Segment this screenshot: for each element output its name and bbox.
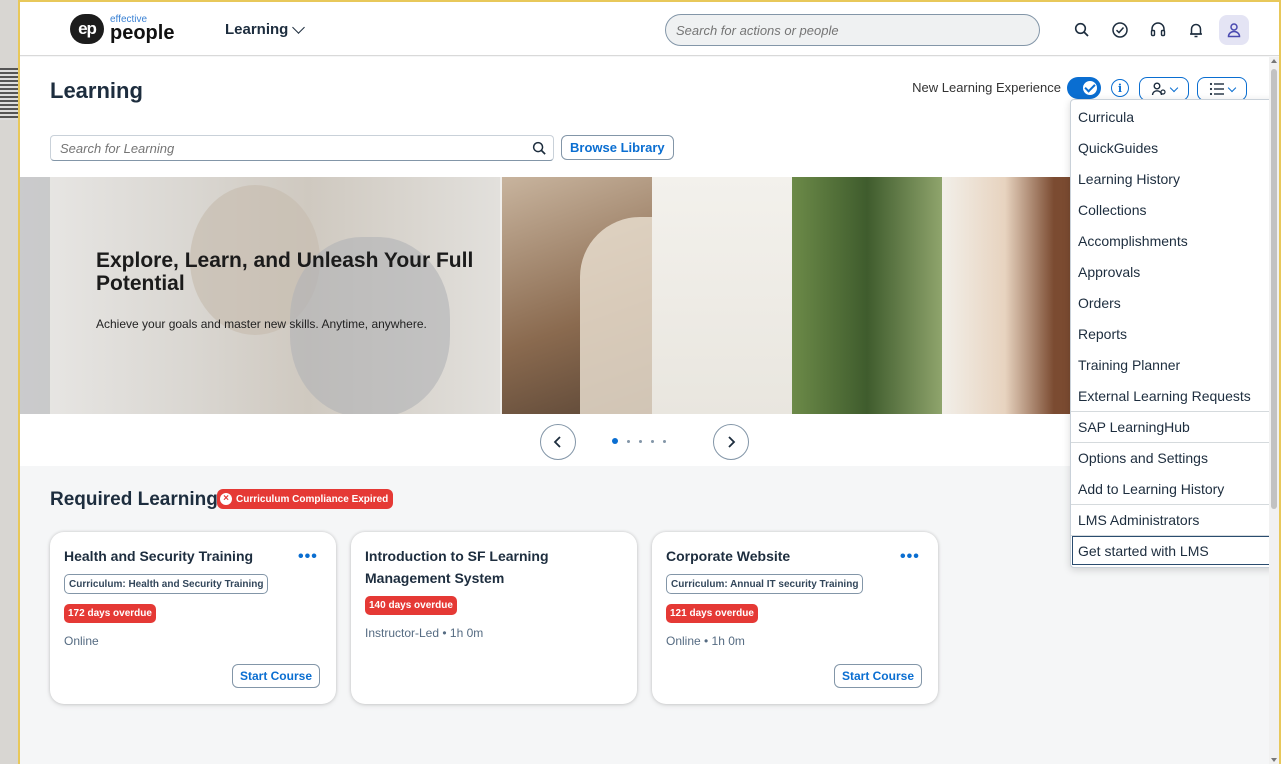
carousel-dot[interactable] — [651, 439, 654, 443]
check-circle-icon[interactable] — [1105, 15, 1135, 45]
people-menu-button[interactable] — [1139, 77, 1189, 101]
chevron-right-icon — [728, 436, 736, 448]
start-course-button[interactable]: Start Course — [833, 664, 922, 688]
course-card[interactable]: Corporate Website ••• Curriculum: Annual… — [652, 532, 938, 704]
bell-icon[interactable] — [1181, 15, 1211, 45]
menu-item-quickguides[interactable]: QuickGuides — [1071, 132, 1276, 163]
menu-item-learning-history[interactable]: Learning History — [1071, 163, 1276, 194]
shell-bar: ep effective people Learning — [20, 2, 1279, 56]
carousel-dot[interactable] — [663, 439, 666, 443]
course-card[interactable]: Introduction to SF Learning Management S… — [351, 532, 637, 704]
chevron-down-icon — [1169, 83, 1179, 92]
info-icon[interactable]: i — [1111, 79, 1129, 97]
hero-title: Explore, Learn, and Unleash Your Full Po… — [96, 249, 474, 296]
hero-photo-panel — [942, 177, 1082, 414]
global-search-input[interactable] — [665, 14, 1040, 46]
carousel-dot[interactable] — [639, 439, 642, 443]
hero-photo-panel — [652, 177, 792, 414]
course-title[interactable]: Corporate Website — [666, 546, 886, 568]
menu-item-sap-learninghub[interactable]: SAP LearningHub — [1071, 411, 1276, 442]
chevron-down-icon — [1227, 83, 1237, 92]
carousel-dots — [612, 438, 666, 444]
user-avatar[interactable] — [1219, 15, 1249, 45]
error-icon: × — [220, 493, 232, 505]
curriculum-chip: Curriculum: Health and Security Training — [64, 574, 269, 594]
logo-big-text: people — [110, 22, 175, 44]
menu-item-orders[interactable]: Orders — [1071, 287, 1276, 318]
learning-menu-dropdown: Curricula QuickGuides Learning History C… — [1070, 99, 1277, 568]
new-experience-label: New Learning Experience — [912, 80, 1061, 95]
course-meta: Online — [64, 634, 99, 648]
list-icon — [1209, 82, 1224, 96]
overdue-badge: 140 days overdue — [365, 596, 457, 615]
learning-search-input[interactable] — [50, 135, 554, 161]
scrollbar-thumb[interactable] — [1271, 69, 1277, 509]
user-icon — [1227, 23, 1241, 38]
compliance-expired-badge: × Curriculum Compliance Expired — [217, 489, 394, 509]
carousel-next-button[interactable] — [713, 424, 749, 460]
course-title[interactable]: Health and Security Training — [64, 546, 284, 568]
carousel-dot[interactable] — [612, 438, 618, 444]
list-menu-button[interactable] — [1197, 77, 1247, 101]
more-options-icon[interactable]: ••• — [298, 548, 318, 566]
hero-photo-panel — [792, 177, 942, 414]
chevron-left-icon — [553, 436, 561, 448]
shell-actions — [1067, 15, 1249, 45]
hero-banner: Explore, Learn, and Unleash Your Full Po… — [20, 177, 1082, 414]
search-icon[interactable] — [1067, 15, 1097, 45]
carousel-prev-button[interactable] — [540, 424, 576, 460]
course-meta: Online • 1h 0m — [666, 634, 745, 648]
chevron-down-icon — [292, 20, 306, 34]
course-card[interactable]: Health and Security Training ••• Curricu… — [50, 532, 336, 704]
search-icon[interactable] — [532, 141, 547, 161]
background-stripe — [0, 68, 20, 120]
menu-item-options-settings[interactable]: Options and Settings — [1071, 442, 1276, 473]
headset-icon[interactable] — [1143, 15, 1173, 45]
logo-text: effective people — [110, 15, 175, 44]
menu-item-add-to-learning-history[interactable]: Add to Learning History — [1071, 473, 1276, 504]
compliance-expired-text: Curriculum Compliance Expired — [236, 493, 389, 505]
menu-item-curricula[interactable]: Curricula — [1071, 101, 1276, 132]
menu-item-training-planner[interactable]: Training Planner — [1071, 349, 1276, 380]
carousel-dot[interactable] — [627, 439, 630, 443]
module-switcher[interactable]: Learning — [225, 20, 306, 38]
page-scrollbar[interactable] — [1269, 57, 1279, 764]
start-course-button[interactable]: Start Course — [231, 664, 320, 688]
overdue-badge: 172 days overdue — [64, 604, 156, 623]
page-title: Learning — [50, 78, 143, 103]
more-options-icon[interactable]: ••• — [900, 548, 920, 566]
background-left — [0, 0, 20, 764]
course-meta: Instructor-Led • 1h 0m — [365, 626, 484, 640]
menu-item-lms-administrators[interactable]: LMS Administrators — [1071, 504, 1276, 535]
module-label: Learning — [225, 21, 289, 38]
menu-item-collections[interactable]: Collections — [1071, 194, 1276, 225]
menu-item-reports[interactable]: Reports — [1071, 318, 1276, 349]
menu-item-approvals[interactable]: Approvals — [1071, 256, 1276, 287]
menu-item-accomplishments[interactable]: Accomplishments — [1071, 225, 1276, 256]
carousel-controls — [20, 414, 1082, 466]
browser-window: ep effective people Learning Search for … — [18, 0, 1281, 764]
person-settings-icon — [1151, 82, 1166, 96]
company-logo[interactable]: ep effective people — [70, 14, 174, 44]
new-experience-toggle[interactable] — [1067, 77, 1101, 99]
browse-library-button[interactable]: Browse Library — [561, 135, 674, 160]
logo-badge: ep — [70, 14, 104, 44]
menu-item-external-learning-requests[interactable]: External Learning Requests — [1071, 380, 1276, 411]
curriculum-chip: Curriculum: Annual IT security Training — [666, 574, 864, 594]
overdue-badge: 121 days overdue — [666, 604, 758, 623]
course-title[interactable]: Introduction to SF Learning Management S… — [365, 546, 605, 589]
menu-item-get-started-lms[interactable]: Get started with LMS — [1071, 535, 1276, 566]
required-learning-heading: Required Learning — [50, 489, 218, 510]
hero-subtitle: Achieve your goals and master new skills… — [96, 317, 427, 331]
